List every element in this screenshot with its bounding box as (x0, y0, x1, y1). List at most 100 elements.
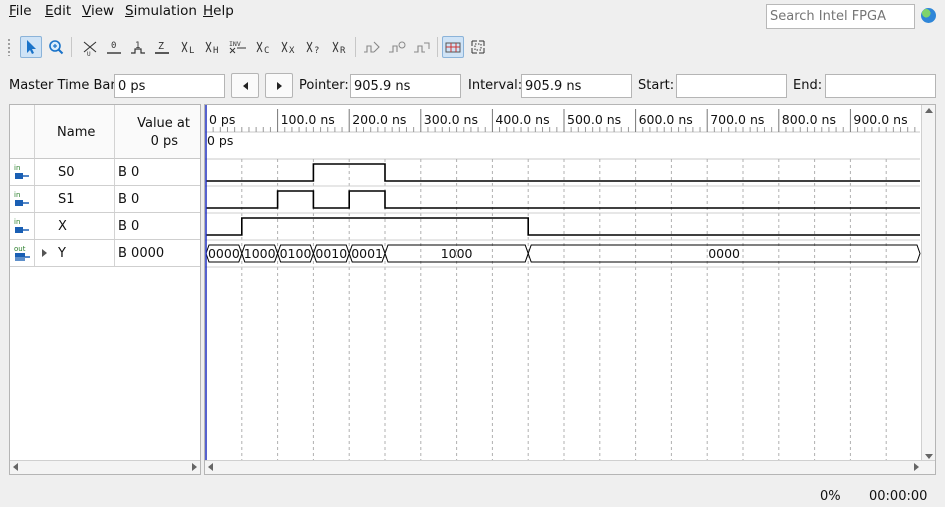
timing-analysis-icon (389, 41, 406, 53)
table-header-name[interactable]: Name (35, 105, 115, 159)
toolbar: U 0 1 Z L H INV C X ? R (0, 34, 945, 60)
weak-low-icon: L (181, 41, 194, 56)
count-value-button[interactable]: C (253, 36, 275, 58)
pin-direction-label: in (14, 164, 20, 172)
next-transition-button[interactable] (265, 73, 293, 98)
uninitialized-glyph: U (87, 51, 91, 56)
forcing-low-glyph: 0 (111, 41, 116, 51)
end-label: End: (793, 78, 823, 93)
left-horizontal-scrollbar[interactable] (10, 460, 200, 474)
selection-tool-button[interactable] (20, 36, 42, 58)
signal-value: B 0 (118, 192, 140, 207)
signal-name: Y (58, 246, 66, 261)
weak-low-button[interactable]: L (178, 36, 200, 58)
ruler-tick-label: 900.0 ns (853, 112, 907, 127)
toolbar-separator (355, 37, 356, 57)
table-row[interactable]: in S0 B 0 (10, 159, 200, 186)
scroll-up-icon[interactable] (925, 108, 933, 113)
forcing-high-icon: 1 (131, 41, 145, 54)
invert-button[interactable]: INV (227, 36, 249, 58)
time-bar: Master Time Bar: 0 ps Pointer: 905.9 ns … (0, 70, 945, 100)
cursor-time-label: 0 ps (207, 133, 233, 148)
master-time-bar-field[interactable]: 0 ps (114, 74, 225, 98)
vertical-scrollbar[interactable] (921, 105, 935, 462)
waveform-pane[interactable]: 0 ps 100.0 ns 200.0 ns 300.0 ns 400.0 ns 500.… (204, 104, 936, 475)
search-input[interactable] (766, 4, 915, 29)
scroll-left-icon[interactable] (13, 463, 18, 471)
input-pin-icon: in (14, 191, 29, 206)
uninitialized-button[interactable]: U (79, 36, 101, 58)
zoom-icon (49, 40, 64, 55)
triangle-right-icon (276, 81, 282, 90)
invert-icon: INV (229, 40, 246, 54)
globe-icon[interactable] (921, 8, 936, 23)
forcing-low-icon: 0 (107, 41, 121, 54)
name-column-label: Name (57, 125, 96, 140)
forcing-low-button[interactable]: 0 (103, 36, 125, 58)
uninitialized-icon: U (83, 41, 97, 56)
snap-to-grid-button[interactable] (442, 36, 464, 58)
row-name-cell (35, 213, 115, 239)
ruler-tick-label: 0 ps (209, 112, 235, 127)
table-row[interactable]: in X B 0 (10, 213, 200, 240)
ruler-tick-label: 800.0 ns (782, 112, 836, 127)
clock-button[interactable] (361, 36, 383, 58)
ruler-tick-label: 600.0 ns (639, 112, 693, 127)
toolbar-separator (71, 37, 72, 57)
time-ruler: 0 ps 100.0 ns 200.0 ns 300.0 ns 400.0 ns 500.… (205, 109, 935, 132)
ruler-tick-label: 400.0 ns (495, 112, 549, 127)
expand-arrow-icon[interactable] (42, 249, 47, 257)
random-values-button[interactable]: ? (303, 36, 325, 58)
bus-segment-value: 1000 (244, 246, 276, 261)
count-value-icon: C (256, 41, 269, 56)
table-header-icon-column (10, 105, 35, 159)
value-column-label-line1: Value at (137, 116, 190, 131)
weak-high-icon: H (205, 41, 218, 56)
high-impedance-button[interactable]: Z (151, 36, 173, 58)
signal-value: B 0 (118, 165, 140, 180)
interval-field[interactable]: 905.9 ns (521, 74, 632, 98)
table-row[interactable]: in S1 B 0 (10, 186, 200, 213)
zoom-tool-button[interactable] (45, 36, 67, 58)
functional-sim-button[interactable] (411, 36, 433, 58)
elapsed-time: 00:00:00 (869, 489, 928, 504)
menu-help[interactable]: Help (203, 3, 234, 19)
bus-segment-value: 0010 (315, 246, 347, 261)
arbitrary-value-button[interactable]: R (329, 36, 351, 58)
right-horizontal-scrollbar[interactable] (205, 460, 935, 474)
progress-percent: 0% (820, 489, 841, 504)
toolbar-grip[interactable] (7, 38, 11, 56)
scroll-left-icon[interactable] (208, 463, 213, 471)
waveform-s1 (206, 190, 920, 209)
master-time-bar-label: Master Time Bar: (9, 78, 120, 93)
menu-bar: File Edit View Simulation Help (0, 0, 945, 30)
weak-high-button[interactable]: H (202, 36, 224, 58)
signal-name: S0 (58, 165, 75, 180)
bus-segment-value: 0100 (280, 246, 312, 261)
forcing-high-button[interactable]: 1 (127, 36, 149, 58)
waveform-canvas[interactable]: 0 ps 100.0 ns 200.0 ns 300.0 ns 400.0 ns 500.… (205, 105, 935, 460)
random-values-glyph: ? (314, 46, 319, 56)
menu-file[interactable]: File (9, 3, 32, 19)
start-field[interactable] (676, 74, 787, 98)
menu-edit[interactable]: Edit (45, 3, 71, 19)
pointer-field[interactable]: 905.9 ns (350, 74, 461, 98)
triangle-left-icon (242, 81, 248, 90)
menu-simulation[interactable]: Simulation (125, 3, 197, 19)
table-header-value[interactable]: Value at 0 ps (115, 105, 200, 159)
pointer-label: Pointer: (299, 78, 349, 93)
previous-transition-button[interactable] (231, 73, 259, 98)
end-field[interactable] (825, 74, 936, 98)
scroll-right-icon[interactable] (914, 463, 919, 471)
ruler-tick-label: 300.0 ns (424, 112, 478, 127)
weak-high-glyph: H (213, 46, 218, 56)
input-pin-icon: in (14, 164, 29, 179)
menu-view[interactable]: View (82, 3, 114, 19)
overwrite-clock-button[interactable]: X (278, 36, 300, 58)
timing-analysis-button[interactable] (386, 36, 408, 58)
scroll-down-icon[interactable] (925, 454, 933, 459)
signal-name: S1 (58, 192, 75, 207)
scroll-right-icon[interactable] (192, 463, 197, 471)
grid-size-button[interactable] (467, 36, 489, 58)
table-row[interactable]: out Y B 0000 (10, 240, 200, 267)
